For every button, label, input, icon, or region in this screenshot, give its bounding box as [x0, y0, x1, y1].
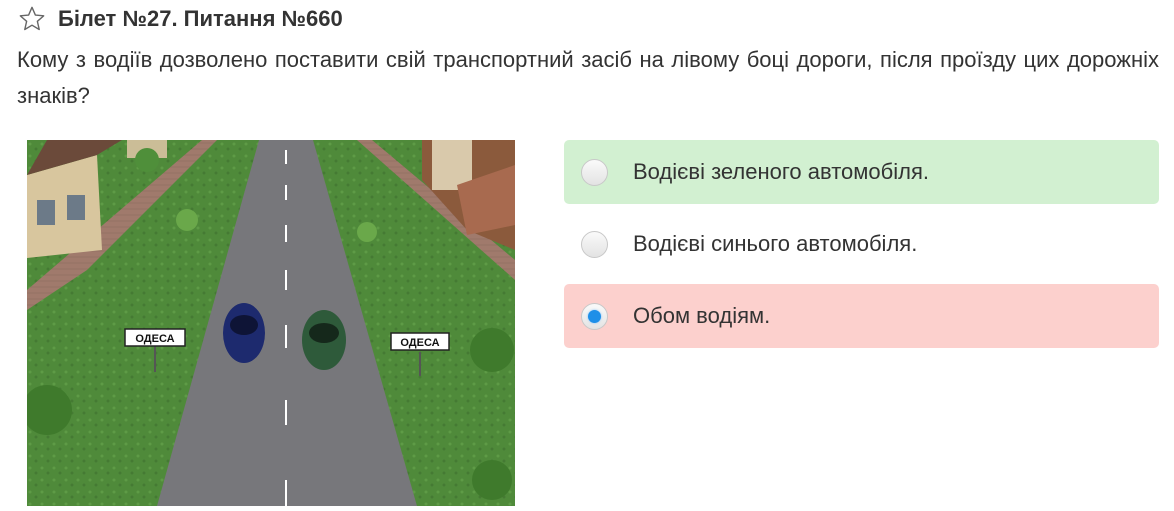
- radio-dot-icon: [588, 309, 601, 323]
- question-illustration: ОДЕСА ОДЕСА: [27, 140, 515, 506]
- answer-text: Обом водіям.: [633, 303, 771, 328]
- answer-option-3[interactable]: Обом водіям.: [564, 284, 1159, 348]
- answer-text: Водієві зеленого автомобіля.: [633, 159, 929, 184]
- town-sign-left: ОДЕСА: [124, 328, 186, 347]
- blue-car: [223, 303, 265, 363]
- ticket-title: Білет №27. Питання №660: [58, 6, 343, 31]
- radio-button[interactable]: [581, 158, 608, 186]
- answer-option-2[interactable]: Водієві синього автомобіля.: [564, 212, 1159, 276]
- answer-option-1[interactable]: Водієві зеленого автомобіля.: [564, 140, 1159, 204]
- radio-button[interactable]: [581, 230, 608, 258]
- question-header: Білет №27. Питання №660: [18, 2, 343, 36]
- answers-list: Водієві зеленого автомобіля. Водієві син…: [564, 140, 1159, 356]
- question-text: Кому з водіїв дозволено поставити свій т…: [17, 47, 1159, 108]
- green-car: [302, 310, 346, 370]
- sign-right-text: ОДЕСА: [400, 337, 439, 349]
- star-outline-icon[interactable]: [18, 5, 46, 33]
- radio-button-selected[interactable]: [581, 302, 608, 330]
- answer-text: Водієві синього автомобіля.: [633, 231, 918, 256]
- sign-left-text: ОДЕСА: [135, 333, 174, 345]
- road-scene-image: ОДЕСА ОДЕСА: [27, 140, 515, 506]
- town-sign-right: ОДЕСА: [390, 332, 450, 351]
